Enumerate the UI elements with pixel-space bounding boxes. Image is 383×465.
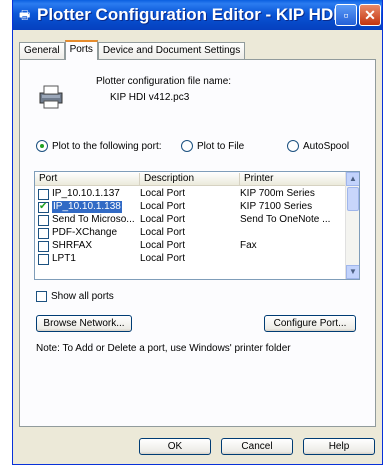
scroll-down-icon[interactable]: ▼	[346, 265, 359, 279]
column-header-printer[interactable]: Printer	[239, 173, 347, 185]
radio-label: Plot to File	[197, 140, 245, 152]
port-printer: KIP 700m Series	[240, 188, 315, 199]
window-title: Plotter Configuration Editor - KIP HDI	[37, 5, 338, 24]
config-file-label: Plotter configuration file name:	[96, 76, 232, 87]
radio-label: AutoSpool	[303, 140, 350, 152]
port-name: Send To Microso...	[52, 214, 135, 225]
column-header-port[interactable]: Port	[35, 173, 139, 185]
close-button[interactable]: ✕	[359, 4, 381, 26]
port-name: SHRFAX	[52, 240, 93, 251]
port-name: IP_10.10.1.138	[52, 201, 122, 213]
table-row[interactable]: LPT1 Local Port	[35, 253, 347, 265]
radio-autospool[interactable]: AutoSpool	[287, 140, 349, 152]
plotter-icon	[39, 85, 63, 109]
table-row[interactable]: IP_10.10.1.138 Local Port KIP 7100 Serie…	[35, 201, 347, 213]
port-description: Local Port	[140, 227, 186, 238]
radio-plot-to-file[interactable]: Plot to File	[181, 140, 244, 152]
table-row[interactable]: IP_10.10.1.137 Local Port KIP 700m Serie…	[35, 188, 347, 200]
port-printer: Send To OneNote ...	[240, 214, 331, 225]
port-printer: Fax	[240, 240, 257, 251]
config-file-name: KIP HDI v412.pc3	[110, 92, 190, 103]
radio-indicator[interactable]	[36, 140, 48, 152]
port-name: LPT1	[52, 253, 76, 264]
scroll-thumb[interactable]	[347, 187, 359, 211]
ok-button[interactable]: OK	[139, 438, 211, 455]
ports-list[interactable]: Port Description Printer IP_10.10.1.137 …	[34, 171, 360, 280]
plotter-config-window: 🖶 Plotter Configuration Editor - KIP HDI…	[12, 0, 383, 465]
port-checkbox[interactable]	[38, 215, 49, 226]
radio-indicator[interactable]	[181, 140, 193, 152]
windows-printer-note: Note: To Add or Delete a port, use Windo…	[36, 343, 291, 354]
tab-device-document-settings[interactable]: Device and Document Settings	[97, 42, 246, 60]
port-description: Local Port	[140, 253, 186, 264]
port-checkbox[interactable]	[38, 201, 49, 213]
browse-network-button[interactable]: Browse Network...	[36, 315, 132, 332]
ports-list-scrollbar[interactable]: ▲ ▼	[345, 172, 359, 279]
configure-port-button[interactable]: Configure Port...	[264, 315, 356, 332]
table-row[interactable]: Send To Microso... Local Port Send To On…	[35, 214, 347, 226]
column-header-description[interactable]: Description	[139, 173, 239, 185]
show-all-ports-checkbox[interactable]: Show all ports	[36, 291, 114, 302]
radio-plot-to-port[interactable]: Plot to the following port:	[36, 140, 162, 152]
port-checkbox[interactable]	[38, 189, 49, 200]
checkbox-indicator[interactable]	[36, 291, 47, 302]
plotter-app-icon: 🖶	[19, 8, 31, 22]
port-checkbox[interactable]	[38, 228, 49, 239]
tab-strip: General Ports Device and Document Settin…	[19, 40, 246, 60]
table-row[interactable]: PDF-XChange Local Port	[35, 227, 347, 239]
tab-general[interactable]: General	[19, 42, 65, 60]
show-all-ports-label: Show all ports	[51, 291, 114, 302]
port-name: PDF-XChange	[52, 227, 118, 238]
ports-list-header: Port Description Printer	[35, 172, 347, 186]
restore-button[interactable]: ▫	[335, 4, 357, 26]
port-description: Local Port	[140, 188, 186, 199]
radio-indicator[interactable]	[287, 140, 299, 152]
port-description: Local Port	[140, 214, 186, 225]
port-checkbox[interactable]	[38, 254, 49, 265]
port-printer: KIP 7100 Series	[240, 201, 313, 212]
ports-panel: Plotter configuration file name: KIP HDI…	[19, 59, 376, 427]
tab-ports[interactable]: Ports	[64, 40, 98, 60]
title-bar[interactable]: 🖶 Plotter Configuration Editor - KIP HDI…	[13, 0, 382, 30]
port-checkbox[interactable]	[38, 241, 49, 252]
port-name: IP_10.10.1.137	[52, 188, 120, 199]
help-button[interactable]: Help	[303, 438, 375, 455]
radio-label: Plot to the following port:	[52, 140, 162, 152]
table-row[interactable]: SHRFAX Local Port Fax	[35, 240, 347, 252]
port-description: Local Port	[140, 201, 186, 212]
port-description: Local Port	[140, 240, 186, 251]
scroll-up-icon[interactable]: ▲	[346, 172, 359, 186]
cancel-button[interactable]: Cancel	[221, 438, 293, 455]
